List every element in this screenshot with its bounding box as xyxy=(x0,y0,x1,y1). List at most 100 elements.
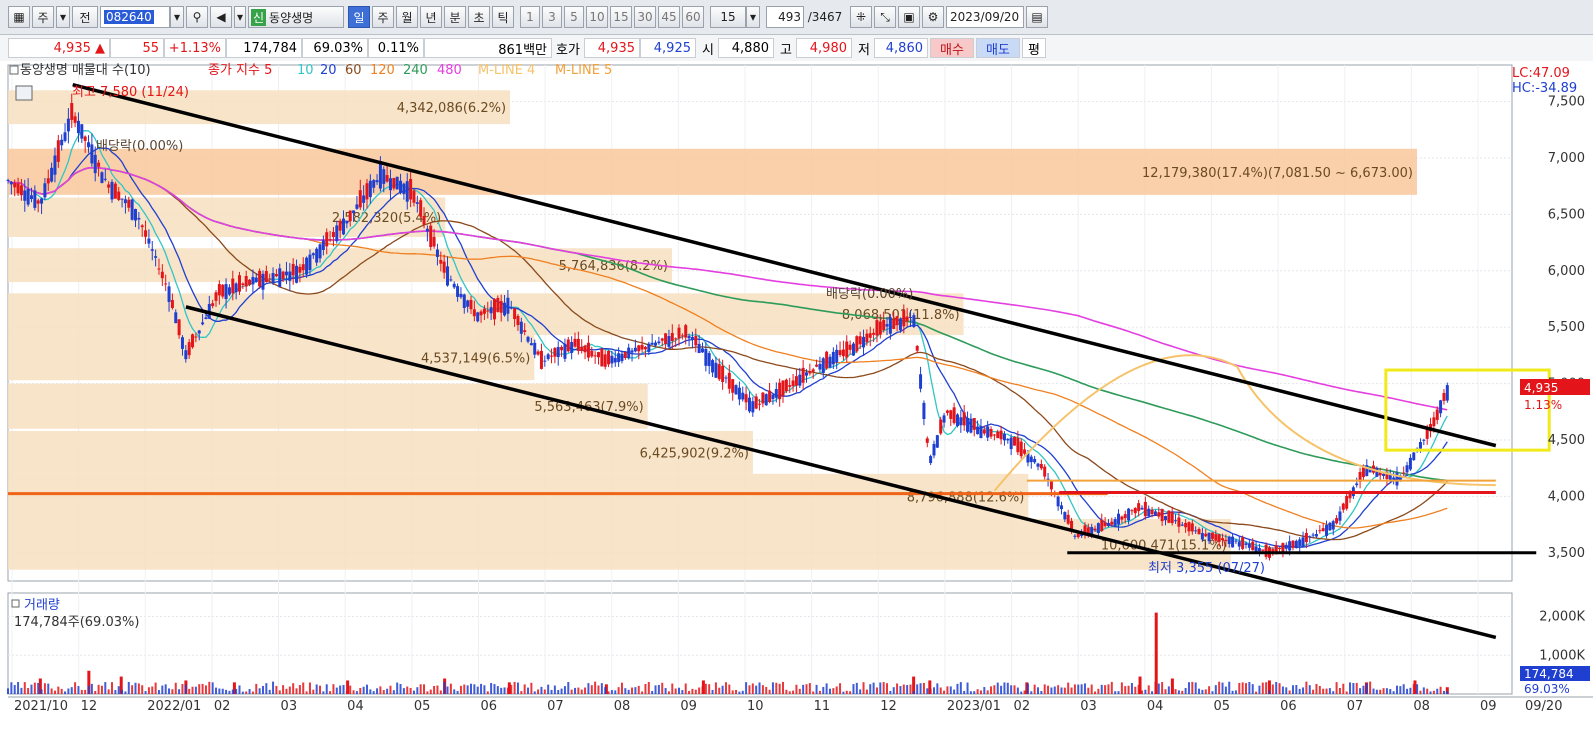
volume-bar xyxy=(1010,685,1013,694)
period-year[interactable]: 년 xyxy=(420,6,442,28)
stock-code-input[interactable]: 082640 xyxy=(100,6,170,28)
candle-body xyxy=(301,264,305,271)
candle-body xyxy=(1244,543,1248,545)
volume-bar xyxy=(1369,681,1372,694)
tick-5[interactable]: 5 xyxy=(564,6,584,28)
candle-body xyxy=(492,299,496,320)
candle-body xyxy=(335,225,339,242)
volume-profile-label: 5,764,836(8.2%) xyxy=(559,259,668,274)
date-input[interactable]: 2023/09/20 xyxy=(946,6,1024,28)
candle-body xyxy=(405,181,409,202)
candle-body xyxy=(9,181,13,185)
calendar-icon[interactable]: ▤ xyxy=(1026,6,1048,28)
menu-icon[interactable]: ▦ xyxy=(8,6,30,28)
volume-bar xyxy=(272,681,275,694)
stock-name[interactable]: 신 동양생명 xyxy=(248,6,344,28)
grid-icon[interactable]: ⁜ xyxy=(850,6,872,28)
volume-bar xyxy=(859,689,862,694)
volume-bar xyxy=(1322,688,1325,694)
candle-body xyxy=(657,341,661,344)
candle-body xyxy=(999,430,1003,440)
candle-body xyxy=(630,350,634,353)
volume-bar xyxy=(1308,685,1311,694)
stock-chart[interactable]: 4,342,086(6.2%) 12,179,380(17.4%)(7,081.5… xyxy=(0,61,1593,731)
volume-bar xyxy=(456,690,459,694)
interval-select[interactable]: 15 xyxy=(710,6,746,28)
volume-bar xyxy=(490,683,493,694)
candle-body xyxy=(925,438,929,443)
volume-bar xyxy=(724,682,727,694)
volume-bar xyxy=(634,687,637,694)
period-month[interactable]: 월 xyxy=(396,6,418,28)
tick-30[interactable]: 30 xyxy=(634,6,656,28)
candle-body xyxy=(268,278,272,280)
eval-button[interactable]: 평 xyxy=(1022,38,1046,58)
candle-body xyxy=(939,419,943,434)
volume-bar xyxy=(641,691,644,694)
chevron-down-icon[interactable]: ▾ xyxy=(170,6,184,28)
chevron-down-icon[interactable]: ▾ xyxy=(746,6,760,28)
candle-body xyxy=(211,303,215,306)
tick-1[interactable]: 1 xyxy=(520,6,540,28)
candle-body xyxy=(144,230,148,237)
tick-45[interactable]: 45 xyxy=(658,6,680,28)
tick-3[interactable]: 3 xyxy=(542,6,562,28)
volume-bar xyxy=(684,683,687,694)
candle-body xyxy=(1435,409,1439,420)
volume-bar xyxy=(533,691,536,694)
candle-body xyxy=(764,394,768,406)
candle-body xyxy=(1304,533,1308,543)
volume-bar xyxy=(1080,684,1083,694)
candle-body xyxy=(1140,507,1144,510)
period-week[interactable]: 주 xyxy=(372,6,394,28)
volume-bar xyxy=(211,682,214,694)
candle-body xyxy=(123,199,127,204)
btn-jeon[interactable]: 전 xyxy=(72,6,98,28)
volume-bar xyxy=(493,684,496,694)
volume-bar xyxy=(416,687,419,694)
candle-body xyxy=(529,343,533,346)
search-icon[interactable]: ⚲ xyxy=(186,6,208,28)
sell-button[interactable]: 매도 xyxy=(976,38,1020,58)
chevron-down-icon[interactable]: ▾ xyxy=(234,6,246,28)
candle-body xyxy=(976,426,980,435)
period-minute[interactable]: 분 xyxy=(444,6,466,28)
speaker-icon[interactable]: ◀ xyxy=(210,6,232,28)
count-input[interactable]: 493 xyxy=(766,6,804,28)
volume-bar xyxy=(43,683,46,694)
volume-bar xyxy=(1073,684,1076,694)
crosshair-icon[interactable]: ⤡ xyxy=(874,6,896,28)
candle-body xyxy=(133,208,137,221)
buy-button[interactable]: 매수 xyxy=(930,38,974,58)
calculator-icon[interactable] xyxy=(15,85,33,101)
period-day[interactable]: 일 xyxy=(348,6,370,28)
candle-body xyxy=(610,355,614,364)
tick-10[interactable]: 10 xyxy=(586,6,608,28)
tick-15[interactable]: 15 xyxy=(610,6,632,28)
candle-body xyxy=(627,347,631,358)
btn-ju[interactable]: 주 xyxy=(32,6,54,28)
candle-body xyxy=(375,180,379,183)
volume-bar xyxy=(20,687,23,694)
tick-60[interactable]: 60 xyxy=(682,6,704,28)
volume-bar xyxy=(1110,681,1113,694)
gear-icon[interactable]: ⚙ xyxy=(922,6,944,28)
candle-body xyxy=(1231,536,1235,548)
candle-body xyxy=(120,198,124,200)
chevron-down-icon[interactable]: ▾ xyxy=(56,6,70,28)
volume-bar xyxy=(949,686,952,694)
candle-body xyxy=(1294,540,1298,549)
candle-body xyxy=(945,410,949,413)
volume-bar xyxy=(590,685,593,694)
period-second[interactable]: 초 xyxy=(468,6,490,28)
candle-body xyxy=(1106,522,1110,527)
candle-body xyxy=(1127,508,1131,521)
volume-ratio: 69.03% xyxy=(302,38,368,58)
volume-bar xyxy=(204,685,207,694)
candle-body xyxy=(603,354,607,367)
volume-bar xyxy=(1221,682,1224,694)
volume-bar xyxy=(436,685,439,694)
save-icon[interactable]: ▣ xyxy=(898,6,920,28)
candle-body xyxy=(140,225,144,228)
period-tick[interactable]: 틱 xyxy=(492,6,514,28)
